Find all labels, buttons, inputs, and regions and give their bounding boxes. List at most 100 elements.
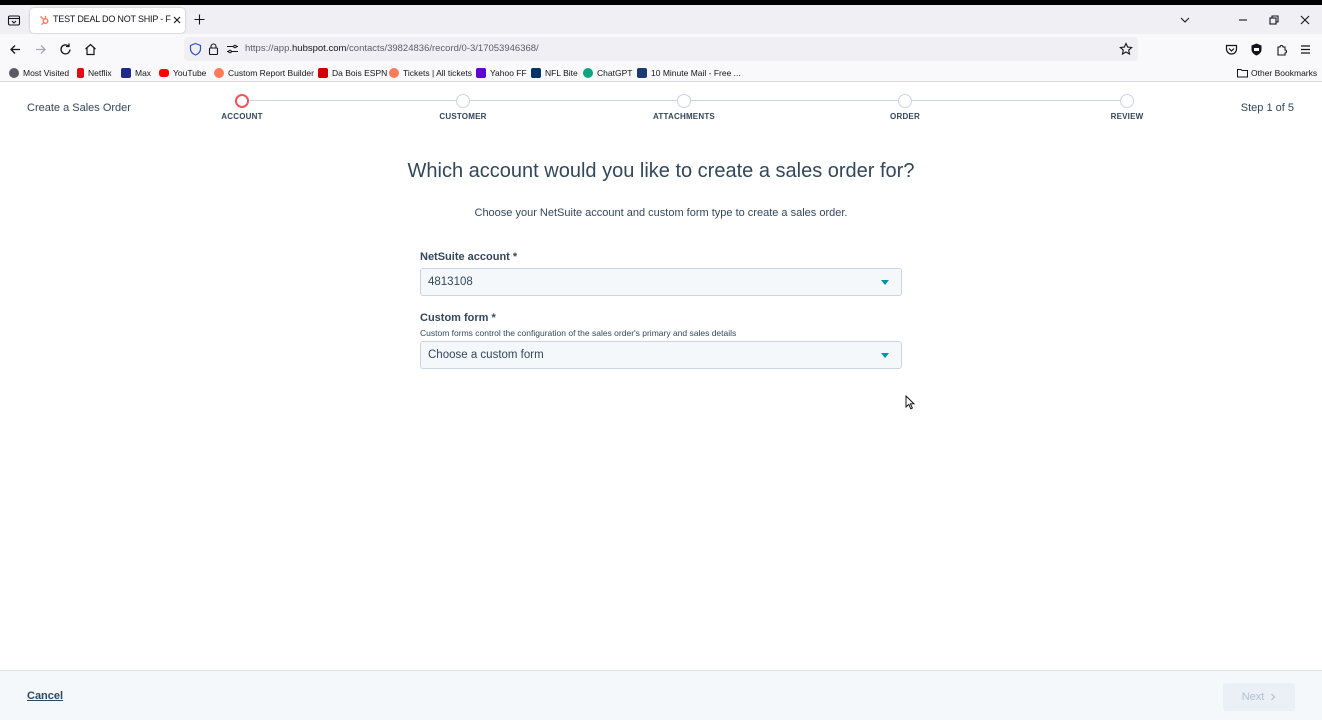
gear-icon xyxy=(9,68,19,78)
bookmark-label: Custom Report Builder xyxy=(228,68,314,78)
browser-tab-active[interactable]: TEST DEAL DO NOT SHIP - FOR xyxy=(30,8,185,33)
nfl-icon xyxy=(531,68,541,78)
new-tab-icon[interactable] xyxy=(193,13,206,26)
list-all-tabs-icon[interactable] xyxy=(1178,13,1192,27)
step-account: ACCOUNT xyxy=(182,93,302,121)
step-customer: CUSTOMER xyxy=(403,93,523,121)
address-bar[interactable]: https://app.hubspot.com/contacts/3982483… xyxy=(184,37,1138,61)
step-label: ORDER xyxy=(890,112,920,121)
netflix-icon xyxy=(77,68,84,78)
step-marker xyxy=(898,94,912,108)
back-icon[interactable] xyxy=(8,42,23,57)
chatgpt-icon xyxy=(583,68,593,78)
step-label: REVIEW xyxy=(1110,112,1144,121)
step-marker xyxy=(456,94,470,108)
main-heading: Which account would you like to create a… xyxy=(407,160,915,182)
bookmark-item[interactable]: Yahoo FF xyxy=(476,67,527,79)
custom-form-select[interactable]: Choose a custom form xyxy=(420,341,902,369)
netsuite-account-label: NetSuite account * xyxy=(420,251,518,263)
url-path: /contacts/39824836/record/0-3/1705394636… xyxy=(346,43,539,54)
hubspot-icon xyxy=(214,68,224,78)
netsuite-account-select[interactable]: 4813108 xyxy=(420,268,902,296)
espn-icon xyxy=(318,68,328,78)
chevron-right-icon xyxy=(1271,693,1276,701)
bookmark-item[interactable]: 10 Minute Mail - Free ... xyxy=(637,67,741,79)
other-bookmarks-label: Other Bookmarks xyxy=(1251,68,1318,78)
extension-shield-icon[interactable] xyxy=(1249,42,1264,57)
custom-form-label: Custom form * xyxy=(420,312,496,324)
yahoo-icon xyxy=(476,68,486,78)
bookmark-label: YouTube xyxy=(173,68,207,78)
bookmark-item[interactable]: Custom Report Builder xyxy=(214,67,314,79)
url-domain: hubspot.com xyxy=(292,43,347,54)
menu-icon[interactable] xyxy=(1298,42,1313,57)
step-label: CUSTOMER xyxy=(439,112,487,121)
bookmarks-toolbar: Most Visited Netflix Max YouTube Custom … xyxy=(0,64,1322,82)
hubspot-icon xyxy=(40,15,49,26)
bookmark-label: ChatGPT xyxy=(597,68,633,78)
close-window-icon[interactable] xyxy=(1298,13,1312,27)
url-text: https://app.hubspot.com/contacts/3982483… xyxy=(245,43,539,54)
pocket-icon[interactable] xyxy=(1224,42,1239,57)
chevron-down-icon xyxy=(881,353,889,358)
custom-form-placeholder: Choose a custom form xyxy=(428,349,544,361)
restore-icon[interactable] xyxy=(1267,13,1281,27)
bookmark-label: Da Bois ESPN xyxy=(332,68,388,78)
step-attachments: ATTACHMENTS xyxy=(624,93,744,121)
cancel-button[interactable]: Cancel xyxy=(27,690,63,702)
youtube-icon xyxy=(159,69,169,77)
permissions-icon[interactable] xyxy=(226,43,239,55)
step-review: REVIEW xyxy=(1067,93,1187,121)
bookmark-label: Yahoo FF xyxy=(490,68,527,78)
step-marker xyxy=(677,94,691,108)
mail-icon xyxy=(637,68,647,78)
bookmark-item[interactable]: Most Visited xyxy=(9,67,69,79)
forward-icon[interactable] xyxy=(33,42,48,57)
custom-form-help: Custom forms control the configuration o… xyxy=(420,328,737,338)
max-icon xyxy=(121,68,131,78)
bookmark-label: NFL Bite xyxy=(545,68,578,78)
bookmark-label: 10 Minute Mail - Free ... xyxy=(651,68,741,78)
reload-icon[interactable] xyxy=(58,42,73,57)
step-marker xyxy=(1120,94,1134,108)
footer-bar: Cancel Next xyxy=(0,670,1322,720)
other-bookmarks[interactable]: Other Bookmarks xyxy=(1237,67,1317,79)
netsuite-account-value: 4813108 xyxy=(428,276,473,288)
step-order: ORDER xyxy=(845,93,965,121)
page-title: Create a Sales Order xyxy=(27,102,131,114)
url-prefix: https://app. xyxy=(245,43,293,54)
main-subtitle: Choose your NetSuite account and custom … xyxy=(474,207,848,219)
bookmark-label: Max xyxy=(135,68,152,78)
tab-bar: TEST DEAL DO NOT SHIP - FOR xyxy=(0,5,1322,34)
home-icon[interactable] xyxy=(83,42,98,57)
bookmark-item[interactable]: Tickets | All tickets xyxy=(389,67,472,79)
step-indicator: Step 1 of 5 xyxy=(1240,102,1294,114)
step-label: ATTACHMENTS xyxy=(653,112,715,121)
bookmark-star-icon[interactable] xyxy=(1119,42,1133,56)
chevron-down-icon xyxy=(881,280,889,285)
bookmark-item[interactable]: ChatGPT xyxy=(583,67,632,79)
next-button[interactable]: Next xyxy=(1223,683,1295,711)
step-label: ACCOUNT xyxy=(221,112,263,121)
bookmark-label: Netflix xyxy=(88,68,112,78)
minimize-icon[interactable] xyxy=(1236,13,1250,27)
bookmark-item[interactable]: YouTube xyxy=(159,67,206,79)
bookmark-label: Most Visited xyxy=(23,68,70,78)
navigation-toolbar: https://app.hubspot.com/contacts/3982483… xyxy=(0,34,1322,64)
folder-icon xyxy=(1237,69,1248,78)
extensions-icon[interactable] xyxy=(1274,42,1289,57)
shield-icon[interactable] xyxy=(189,42,202,56)
next-label: Next xyxy=(1241,691,1265,703)
lock-icon[interactable] xyxy=(208,42,219,56)
bookmark-item[interactable]: Max xyxy=(121,67,151,79)
step-marker xyxy=(235,94,249,108)
tab-title: TEST DEAL DO NOT SHIP - FOR xyxy=(53,14,171,24)
bookmark-label: Tickets | All tickets xyxy=(403,68,472,78)
bookmark-item[interactable]: NFL Bite xyxy=(531,67,578,79)
tab-list-icon[interactable] xyxy=(7,13,21,27)
bookmark-item[interactable]: Netflix xyxy=(77,67,112,79)
bookmark-item[interactable]: Da Bois ESPN xyxy=(318,67,387,79)
close-tab-icon[interactable] xyxy=(170,13,184,27)
hubspot-icon xyxy=(389,68,399,78)
mouse-cursor-icon xyxy=(905,395,915,410)
